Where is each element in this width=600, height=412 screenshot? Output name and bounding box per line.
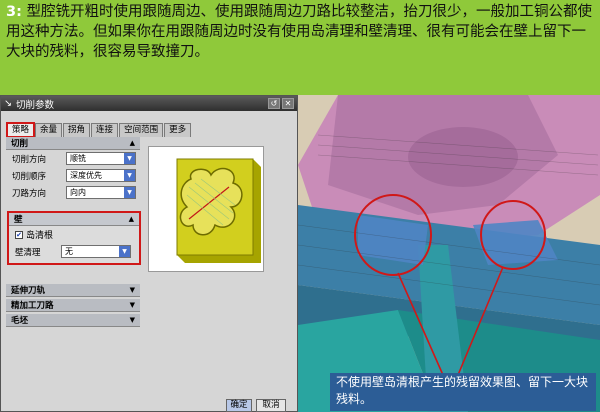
preview-part-graphic (176, 158, 261, 263)
tab-connections[interactable]: 连接 (91, 123, 119, 137)
cut-direction-select[interactable]: 顺铣 ▼ (66, 152, 136, 165)
strategy-panel: 切削 ▲ 切削方向 顺铣 ▼ 切削顺序 深度优先 ▼ 刀路方向 向内 ▼ 壁 ▲… (6, 137, 141, 375)
close-icon[interactable]: ✕ (282, 98, 294, 109)
dialog-icon: ↘ (4, 98, 12, 109)
tab-strategy[interactable]: 策略 (5, 122, 36, 138)
tab-stock[interactable]: 余量 (35, 123, 63, 137)
cutting-parameters-dialog: ↘ 切削参数 ↺ ✕ 策略 余量 拐角 连接 空间范围 更多 切削 ▲ 切削方向… (0, 95, 298, 412)
dialog-titlebar: ↘ 切削参数 ↺ ✕ (1, 96, 297, 111)
path-direction-value: 向内 (70, 188, 86, 197)
section-stock[interactable]: 毛坯 ▼ (6, 314, 140, 327)
section-stock-label: 毛坯 (11, 316, 29, 326)
wall-cleanup-row: 壁清理 无 ▼ (9, 243, 139, 260)
bottom-sections: 延伸刀轨 ▼ 精加工刀路 ▼ 毛坯 ▼ (6, 284, 140, 327)
chevron-down-icon: ▼ (124, 187, 135, 198)
cut-direction-value: 顺铣 (70, 154, 86, 163)
path-direction-row: 刀路方向 向内 ▼ (6, 184, 140, 201)
island-cleanup-checkbox[interactable]: ✔ (15, 230, 23, 239)
chevron-down-icon: ▼ (129, 316, 135, 324)
chevron-down-icon: ▼ (124, 153, 135, 164)
tab-bar: 策略 余量 拐角 连接 空间范围 更多 (5, 122, 192, 138)
dialog-title: 切削参数 (15, 99, 54, 111)
section-extend[interactable]: 延伸刀轨 ▼ (6, 284, 140, 297)
cut-order-label: 切削顺序 (12, 171, 47, 182)
chevron-down-icon: ▼ (124, 170, 135, 181)
cancel-button[interactable]: 取消 (256, 399, 286, 412)
chevron-up-icon: ▲ (129, 139, 135, 147)
cut-direction-label: 切削方向 (12, 154, 47, 165)
intro-body: 型腔铣开粗时使用跟随周边、使用跟随周边刀路比较整洁，抬刀很少，一般加工铜公都使用… (6, 4, 592, 60)
residual-stock-render-graphic (297, 95, 600, 412)
chevron-down-icon: ▼ (119, 246, 130, 257)
cut-direction-row: 切削方向 顺铣 ▼ (6, 150, 140, 167)
intro-text: 3: 型腔铣开粗时使用跟随周边、使用跟随周边刀路比较整洁，抬刀很少，一般加工铜公… (0, 0, 600, 90)
ok-button[interactable]: 确定 (226, 399, 252, 412)
island-cleanup-row: ✔ 岛清根 (9, 226, 139, 243)
tab-more[interactable]: 更多 (164, 123, 192, 137)
section-finish-label: 精加工刀路 (11, 301, 54, 311)
strategy-preview-image (148, 146, 264, 272)
path-direction-label: 刀路方向 (12, 188, 47, 199)
section-finish[interactable]: 精加工刀路 ▼ (6, 299, 140, 312)
chevron-up-icon: ▲ (128, 215, 134, 223)
wall-cleanup-select[interactable]: 无 ▼ (61, 245, 131, 258)
wall-cleanup-label: 壁清理 (15, 247, 41, 258)
path-direction-select[interactable]: 向内 ▼ (66, 186, 136, 199)
chevron-down-icon: ▼ (129, 301, 135, 309)
cut-order-select[interactable]: 深度优先 ▼ (66, 169, 136, 182)
wall-cleanup-value: 无 (65, 247, 73, 256)
section-wall-label: 壁 (14, 215, 23, 225)
section-cut[interactable]: 切削 ▲ (6, 137, 140, 150)
island-cleanup-label: 岛清根 (26, 231, 54, 241)
tab-containment[interactable]: 空间范围 (119, 123, 164, 137)
reset-icon[interactable]: ↺ (268, 98, 280, 109)
cut-order-row: 切削顺序 深度优先 ▼ (6, 167, 140, 184)
cut-order-value: 深度优先 (70, 171, 102, 180)
section-extend-label: 延伸刀轨 (11, 286, 46, 296)
toolpath-render (297, 95, 600, 412)
intro-number: 3: (6, 4, 22, 20)
section-wall[interactable]: 壁 ▲ (9, 213, 139, 226)
wall-section: 壁 ▲ ✔ 岛清根 壁清理 无 ▼ (7, 211, 141, 265)
tab-corners[interactable]: 拐角 (63, 123, 91, 137)
chevron-down-icon: ▼ (129, 286, 135, 294)
section-cut-label: 切削 (11, 139, 29, 149)
result-caption: 不使用壁岛清根产生的残留效果图、留下一大块残料。 (330, 373, 596, 411)
